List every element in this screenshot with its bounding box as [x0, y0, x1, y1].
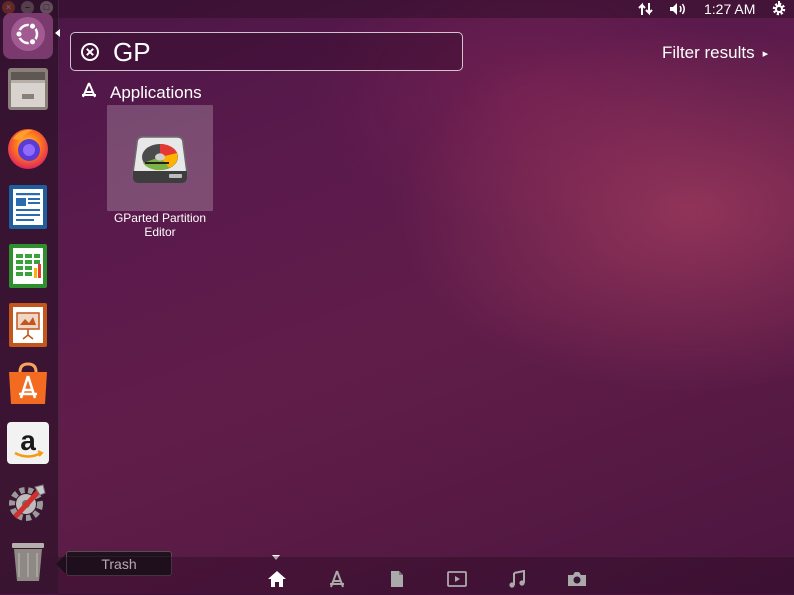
- launcher-software-center[interactable]: [3, 361, 53, 411]
- chevron-right-icon: ▸: [762, 47, 769, 60]
- apps-lens-icon[interactable]: [326, 569, 348, 589]
- software-center-icon: [5, 360, 51, 413]
- launcher-active-arrow: [55, 29, 60, 37]
- category-title: Applications: [110, 82, 202, 102]
- launcher-amazon[interactable]: a: [3, 420, 53, 470]
- photo-lens-icon[interactable]: [566, 569, 588, 589]
- filter-results-label: Filter results: [662, 43, 755, 62]
- search-bar[interactable]: [70, 32, 463, 71]
- amazon-icon: a: [5, 420, 51, 471]
- launcher-files[interactable]: [3, 66, 53, 116]
- video-lens-icon[interactable]: [446, 569, 468, 589]
- clock[interactable]: 1:27 AM: [704, 0, 755, 18]
- volume-icon[interactable]: [668, 0, 688, 18]
- trash-icon: [8, 537, 48, 590]
- launcher-trash[interactable]: [3, 538, 53, 588]
- svg-text:a: a: [20, 425, 36, 456]
- category-header-applications[interactable]: Applications: [80, 82, 202, 103]
- ubuntu-logo-icon: [10, 16, 46, 57]
- top-panel: × – □ 1:27 AM: [0, 0, 794, 18]
- launcher-impress[interactable]: [3, 302, 53, 352]
- writer-icon: [6, 183, 50, 236]
- home-lens-icon[interactable]: [266, 569, 288, 589]
- file-cabinet-icon: [6, 66, 50, 117]
- app-result-gparted[interactable]: [107, 105, 213, 211]
- launcher-calc[interactable]: [3, 243, 53, 293]
- gparted-disk-icon: [129, 133, 191, 194]
- session-gear-icon[interactable]: [771, 0, 787, 18]
- launcher: a: [0, 0, 59, 594]
- impress-icon: [6, 301, 50, 354]
- lens-bar: [58, 556, 794, 595]
- launcher-system-settings[interactable]: [3, 479, 53, 529]
- launcher-firefox[interactable]: [3, 125, 53, 175]
- applications-category-icon: [80, 82, 98, 103]
- launcher-writer[interactable]: [3, 184, 53, 234]
- clear-search-icon[interactable]: [80, 42, 100, 67]
- music-lens-icon[interactable]: [506, 569, 528, 589]
- network-updown-icon[interactable]: [638, 0, 654, 18]
- firefox-icon: [5, 125, 51, 176]
- app-result-label[interactable]: GParted Partition Editor: [100, 211, 220, 239]
- calc-icon: [6, 242, 50, 295]
- filter-results-button[interactable]: Filter results ▸: [662, 43, 768, 63]
- files-lens-icon[interactable]: [386, 569, 408, 589]
- settings-icon: [5, 479, 51, 530]
- search-input[interactable]: [113, 36, 443, 68]
- dash-home-button[interactable]: [3, 13, 53, 59]
